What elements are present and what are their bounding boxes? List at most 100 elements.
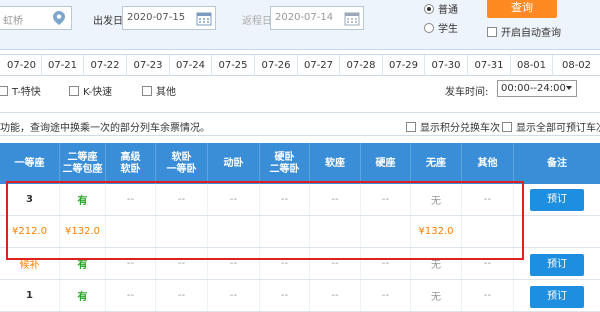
price-cell xyxy=(106,216,156,247)
book-button[interactable]: 预订 xyxy=(530,189,584,211)
header-line: 一等卧 xyxy=(166,163,197,175)
cell-no-seat: 无 xyxy=(411,184,462,215)
date-tab[interactable]: 07-21 xyxy=(42,55,84,76)
header-line: 硬卧 xyxy=(274,151,295,163)
col-header-second-class: 二等座 二等包座 xyxy=(60,143,106,184)
show-points-trains-checkbox[interactable]: 显示积分兑换车次 xyxy=(406,119,500,134)
cell-other: -- xyxy=(462,184,514,215)
cell-second-class: 有 xyxy=(60,280,106,311)
cell-hard-sleeper: -- xyxy=(260,280,310,311)
calendar-icon[interactable] xyxy=(344,10,360,26)
cell-hard-seat: -- xyxy=(361,248,411,279)
header-line: 高级 xyxy=(120,151,141,163)
header-line: 备注 xyxy=(547,157,567,169)
depart-date-value: 2020-07-15 xyxy=(127,12,186,23)
location-pin-icon[interactable] xyxy=(53,11,65,25)
auto-query-checkbox[interactable]: 开启自动查询 xyxy=(487,24,561,39)
return-date-input[interactable]: 2020-07-14 xyxy=(270,6,364,30)
date-tab[interactable]: 07-23 xyxy=(127,55,170,76)
cell-hard-seat: -- xyxy=(361,280,411,311)
cell-moving-sleeper: -- xyxy=(208,248,260,279)
book-button[interactable]: 预订 xyxy=(530,286,584,308)
date-tab[interactable]: 07-22 xyxy=(84,55,127,76)
from-station-input[interactable]: 虹桥 xyxy=(0,6,72,30)
date-tab[interactable]: 07-27 xyxy=(298,55,340,76)
date-tab[interactable]: 07-26 xyxy=(255,55,298,76)
cell-soft-seat: -- xyxy=(310,184,361,215)
date-tab[interactable]: 08-01 xyxy=(511,55,553,76)
cell-soft-sleeper: -- xyxy=(156,184,208,215)
cell-deluxe-soft-sleeper: -- xyxy=(106,280,156,311)
price-second-class: ¥132.0 xyxy=(60,216,106,247)
auto-query-label: 开启自动查询 xyxy=(501,28,561,39)
date-tab[interactable]: 07-28 xyxy=(340,55,383,76)
date-tab[interactable]: 07-30 xyxy=(425,55,468,76)
query-bar: 虹桥 出发日 2020-07-15 返程日 2020-07-14 普通 学生 查… xyxy=(0,0,600,50)
date-tab[interactable]: 07-25 xyxy=(212,55,255,76)
cell-second-class: 有 xyxy=(60,248,106,279)
price-cell xyxy=(208,216,260,247)
price-cell xyxy=(260,216,310,247)
cell-first-class: 1 xyxy=(0,280,60,311)
col-header-moving-sleeper: 动卧 xyxy=(208,143,260,184)
header-line: 硬座 xyxy=(375,157,396,169)
price-cell xyxy=(310,216,361,247)
price-cell xyxy=(462,216,514,247)
col-header-hard-seat: 硬座 xyxy=(361,143,411,184)
filter-k-fast-checkbox[interactable]: K-快速 xyxy=(69,83,112,98)
return-date-label: 返程日 xyxy=(242,16,272,27)
price-first-class: ¥212.0 xyxy=(0,216,60,247)
notice-row: 功能，查询途中换乘一次的部分列车余票情况。 显示积分兑换车次 显示全部可预订车次 xyxy=(0,112,600,136)
filter-other-checkbox[interactable]: 其他 xyxy=(142,83,176,98)
checkbox-box xyxy=(69,86,79,96)
chevron-down-icon xyxy=(566,86,572,90)
col-header-other: 其他 xyxy=(462,143,514,184)
date-tab[interactable]: 07-24 xyxy=(170,55,212,76)
col-header-soft-sleeper: 软卧 一等卧 xyxy=(156,143,208,184)
cell-hard-seat: -- xyxy=(361,184,411,215)
calendar-icon[interactable] xyxy=(196,10,212,26)
col-header-soft-seat: 软座 xyxy=(310,143,361,184)
header-line: 二等卧 xyxy=(269,163,300,175)
radio-dot xyxy=(424,4,434,14)
header-line: 二等座 xyxy=(67,151,98,163)
ticket-type-student-radio[interactable]: 学生 xyxy=(424,20,458,35)
col-header-first-class: 一等座 xyxy=(0,143,60,184)
checkbox-box xyxy=(0,86,8,96)
date-tab[interactable]: 08-02 xyxy=(553,55,600,76)
header-line: 二等包座 xyxy=(62,163,103,175)
query-button[interactable]: 查询 xyxy=(487,0,557,18)
depart-date-input[interactable]: 2020-07-15 xyxy=(122,6,216,30)
filter-row: T-特快 K-快速 其他 发车时间: 00:00--24:00 xyxy=(0,78,600,100)
date-tab[interactable]: 07-29 xyxy=(383,55,425,76)
cell-other: -- xyxy=(462,280,514,311)
cell-first-class-waitlist[interactable]: 候补 xyxy=(0,248,60,279)
cell-first-class: 3 xyxy=(0,184,60,215)
book-button[interactable]: 预订 xyxy=(530,254,584,276)
col-header-remarks: 备注 xyxy=(514,143,600,184)
table-row-prices: ¥212.0 ¥132.0 ¥132.0 xyxy=(0,216,600,248)
date-tab-bar: 07-20 07-21 07-22 07-23 07-24 07-25 07-2… xyxy=(0,54,600,76)
depart-time-select[interactable]: 00:00--24:00 xyxy=(497,80,577,97)
ticket-type-normal-radio[interactable]: 普通 xyxy=(424,1,458,16)
cell-moving-sleeper: -- xyxy=(208,280,260,311)
cell-other: -- xyxy=(462,248,514,279)
header-line: 软卧 xyxy=(171,151,192,163)
price-no-seat: ¥132.0 xyxy=(411,216,462,247)
col-header-no-seat: 无座 xyxy=(411,143,462,184)
radio-dot xyxy=(424,23,434,33)
filter-label: 其他 xyxy=(156,87,176,98)
show-all-bookable-checkbox[interactable]: 显示全部可预订车次 xyxy=(502,119,600,134)
cell-soft-sleeper: -- xyxy=(156,280,208,311)
checkbox-box xyxy=(487,27,497,37)
cell-hard-sleeper: -- xyxy=(260,248,310,279)
table-row: 候补 有 -- -- -- -- -- -- 无 -- 预订 xyxy=(0,248,600,280)
notice-text: 功能，查询途中换乘一次的部分列车余票情况。 xyxy=(0,123,210,134)
header-line: 其他 xyxy=(477,157,498,169)
cell-soft-seat: -- xyxy=(310,280,361,311)
option-label: 显示全部可预订车次 xyxy=(516,123,600,134)
date-tab[interactable]: 07-20 xyxy=(2,55,42,76)
filter-t-express-checkbox[interactable]: T-特快 xyxy=(0,83,41,98)
table-row: 1 有 -- -- -- -- -- -- 无 -- 预订 xyxy=(0,280,600,312)
date-tab[interactable]: 07-31 xyxy=(468,55,511,76)
